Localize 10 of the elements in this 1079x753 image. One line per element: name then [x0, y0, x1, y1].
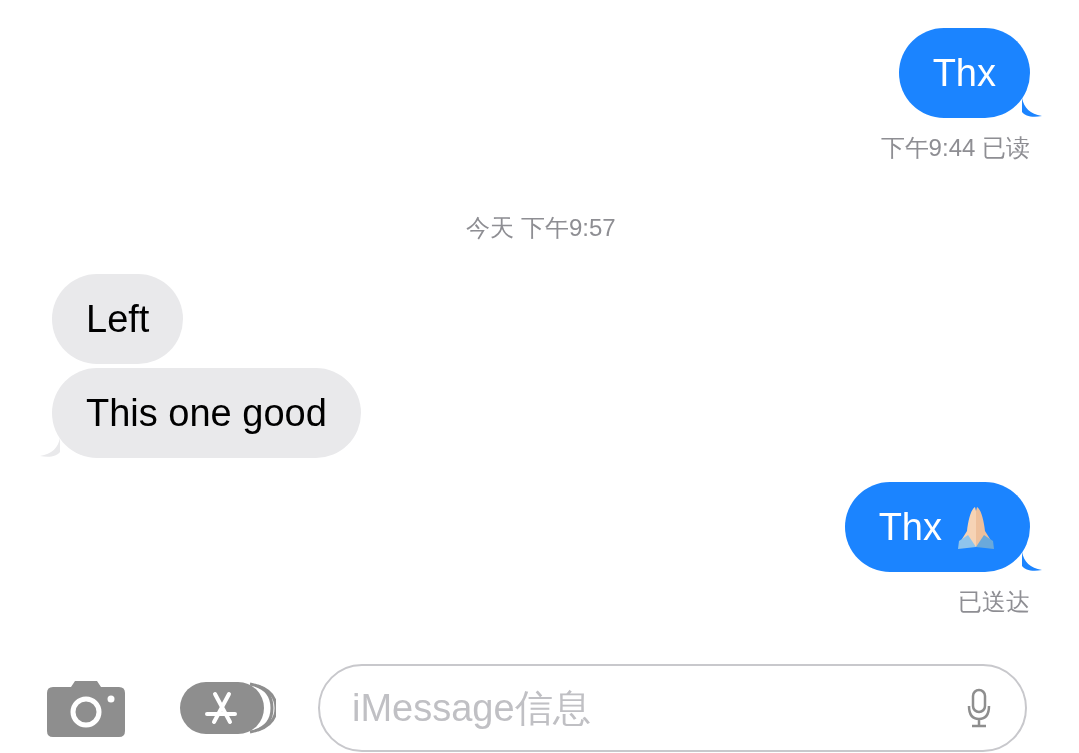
camera-icon[interactable] — [47, 679, 125, 737]
message-input-field[interactable]: iMessage信息 — [318, 664, 1027, 752]
app-store-icon[interactable] — [180, 680, 276, 736]
message-status: 已送达 — [958, 587, 1030, 617]
bubble-tail — [1022, 552, 1042, 572]
message-status: 下午9:44 已读 — [880, 133, 1030, 163]
microphone-icon[interactable] — [967, 688, 991, 728]
bubble-tail — [1022, 98, 1042, 118]
timestamp: 今天 下午9:57 — [466, 213, 616, 243]
praying-hands-icon — [956, 505, 996, 549]
